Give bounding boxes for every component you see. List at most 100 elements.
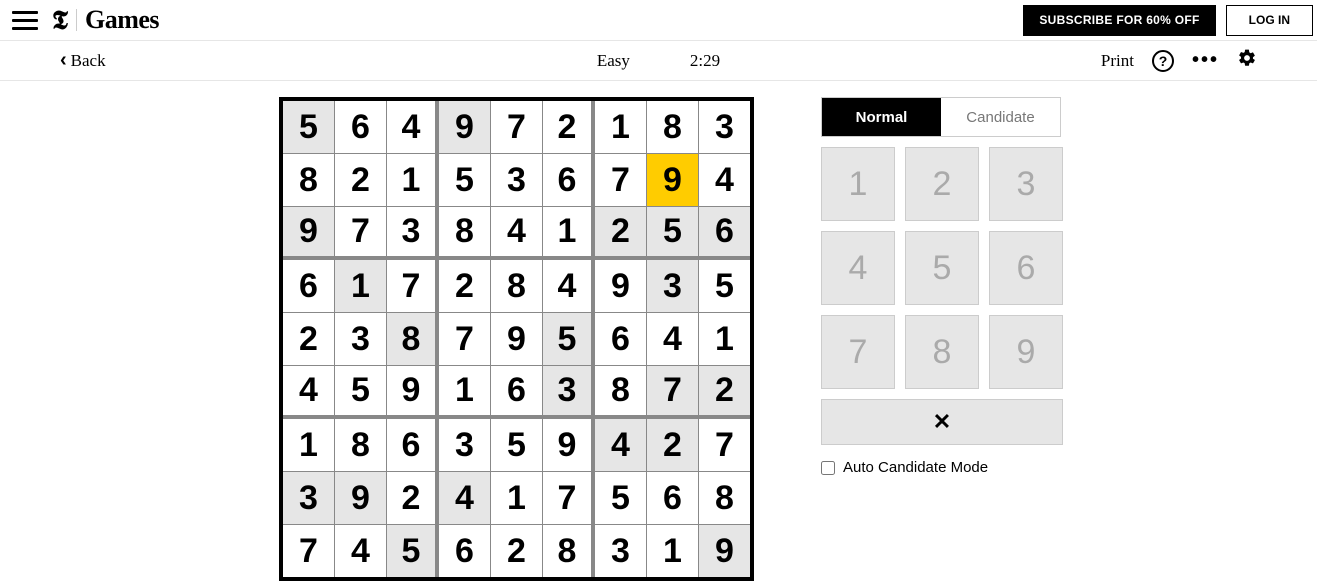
mode-candidate-button[interactable]: Candidate [941,98,1060,136]
sudoku-cell[interactable]: 2 [439,260,490,312]
sudoku-cell[interactable]: 3 [595,525,646,577]
sudoku-cell[interactable]: 6 [283,260,334,312]
keypad-3[interactable]: 3 [989,147,1063,221]
sudoku-cell[interactable]: 8 [595,366,646,418]
sudoku-cell[interactable]: 4 [335,525,386,577]
sudoku-cell[interactable]: 7 [387,260,438,312]
sudoku-cell[interactable]: 3 [283,472,334,524]
sudoku-cell[interactable]: 6 [699,207,750,259]
sudoku-cell[interactable]: 8 [283,154,334,206]
sudoku-cell[interactable]: 3 [647,260,698,312]
sudoku-cell[interactable]: 4 [543,260,594,312]
sudoku-cell[interactable]: 4 [439,472,490,524]
keypad-9[interactable]: 9 [989,315,1063,389]
menu-icon[interactable] [12,7,38,33]
more-icon[interactable]: ••• [1192,49,1219,72]
sudoku-cell[interactable]: 3 [335,313,386,365]
sudoku-cell[interactable]: 9 [335,472,386,524]
sudoku-cell[interactable]: 9 [283,207,334,259]
sudoku-cell[interactable]: 8 [335,419,386,471]
sudoku-cell[interactable]: 4 [283,366,334,418]
sudoku-cell[interactable]: 8 [439,207,490,259]
gear-icon[interactable] [1237,48,1257,73]
sudoku-cell[interactable]: 3 [543,366,594,418]
sudoku-cell[interactable]: 5 [491,419,542,471]
sudoku-cell[interactable]: 7 [491,101,542,153]
sudoku-cell[interactable]: 5 [543,313,594,365]
sudoku-cell[interactable]: 9 [647,154,698,206]
keypad-7[interactable]: 7 [821,315,895,389]
login-button[interactable]: LOG IN [1226,5,1313,36]
sudoku-cell[interactable]: 4 [387,101,438,153]
sudoku-cell[interactable]: 5 [283,101,334,153]
sudoku-cell[interactable]: 7 [543,472,594,524]
sudoku-cell[interactable]: 1 [439,366,490,418]
back-button[interactable]: ‹ Back [60,49,106,72]
brand[interactable]: 𝕿 Games [52,5,159,35]
keypad-1[interactable]: 1 [821,147,895,221]
sudoku-cell[interactable]: 9 [387,366,438,418]
sudoku-cell[interactable]: 4 [647,313,698,365]
sudoku-cell[interactable]: 2 [543,101,594,153]
sudoku-cell[interactable]: 8 [699,472,750,524]
sudoku-cell[interactable]: 6 [387,419,438,471]
sudoku-cell[interactable]: 4 [699,154,750,206]
sudoku-cell[interactable]: 7 [439,313,490,365]
sudoku-cell[interactable]: 6 [335,101,386,153]
sudoku-cell[interactable]: 4 [595,419,646,471]
sudoku-cell[interactable]: 2 [491,525,542,577]
sudoku-cell[interactable]: 5 [439,154,490,206]
sudoku-cell[interactable]: 9 [439,101,490,153]
sudoku-cell[interactable]: 5 [595,472,646,524]
keypad-4[interactable]: 4 [821,231,895,305]
sudoku-cell[interactable]: 6 [543,154,594,206]
help-icon[interactable]: ? [1152,50,1174,72]
sudoku-cell[interactable]: 7 [283,525,334,577]
sudoku-cell[interactable]: 1 [699,313,750,365]
sudoku-cell[interactable]: 3 [387,207,438,259]
auto-candidate-checkbox[interactable] [821,461,835,475]
keypad-5[interactable]: 5 [905,231,979,305]
sudoku-cell[interactable]: 1 [491,472,542,524]
sudoku-cell[interactable]: 5 [335,366,386,418]
subscribe-button[interactable]: SUBSCRIBE FOR 60% OFF [1023,5,1215,36]
sudoku-cell[interactable]: 2 [595,207,646,259]
sudoku-cell[interactable]: 1 [595,101,646,153]
sudoku-cell[interactable]: 6 [439,525,490,577]
sudoku-cell[interactable]: 6 [595,313,646,365]
mode-normal-button[interactable]: Normal [822,98,941,136]
sudoku-cell[interactable]: 2 [647,419,698,471]
sudoku-cell[interactable]: 5 [647,207,698,259]
keypad-8[interactable]: 8 [905,315,979,389]
sudoku-cell[interactable]: 2 [699,366,750,418]
sudoku-cell[interactable]: 8 [647,101,698,153]
sudoku-cell[interactable]: 6 [491,366,542,418]
sudoku-cell[interactable]: 2 [283,313,334,365]
sudoku-cell[interactable]: 3 [699,101,750,153]
difficulty-label[interactable]: Easy [597,51,630,71]
sudoku-cell[interactable]: 4 [491,207,542,259]
keypad-2[interactable]: 2 [905,147,979,221]
sudoku-cell[interactable]: 8 [491,260,542,312]
sudoku-cell[interactable]: 9 [491,313,542,365]
keypad-6[interactable]: 6 [989,231,1063,305]
clear-button[interactable]: ✕ [821,399,1063,445]
sudoku-cell[interactable]: 2 [387,472,438,524]
sudoku-cell[interactable]: 1 [283,419,334,471]
sudoku-cell[interactable]: 8 [387,313,438,365]
sudoku-cell[interactable]: 1 [387,154,438,206]
sudoku-cell[interactable]: 6 [647,472,698,524]
sudoku-cell[interactable]: 1 [647,525,698,577]
sudoku-cell[interactable]: 3 [491,154,542,206]
sudoku-cell[interactable]: 7 [595,154,646,206]
sudoku-cell[interactable]: 9 [699,525,750,577]
sudoku-cell[interactable]: 1 [543,207,594,259]
sudoku-cell[interactable]: 7 [647,366,698,418]
timer-label[interactable]: 2:29 [690,51,720,71]
sudoku-cell[interactable]: 9 [595,260,646,312]
sudoku-cell[interactable]: 2 [335,154,386,206]
sudoku-cell[interactable]: 7 [335,207,386,259]
sudoku-cell[interactable]: 5 [387,525,438,577]
sudoku-cell[interactable]: 1 [335,260,386,312]
sudoku-cell[interactable]: 7 [699,419,750,471]
